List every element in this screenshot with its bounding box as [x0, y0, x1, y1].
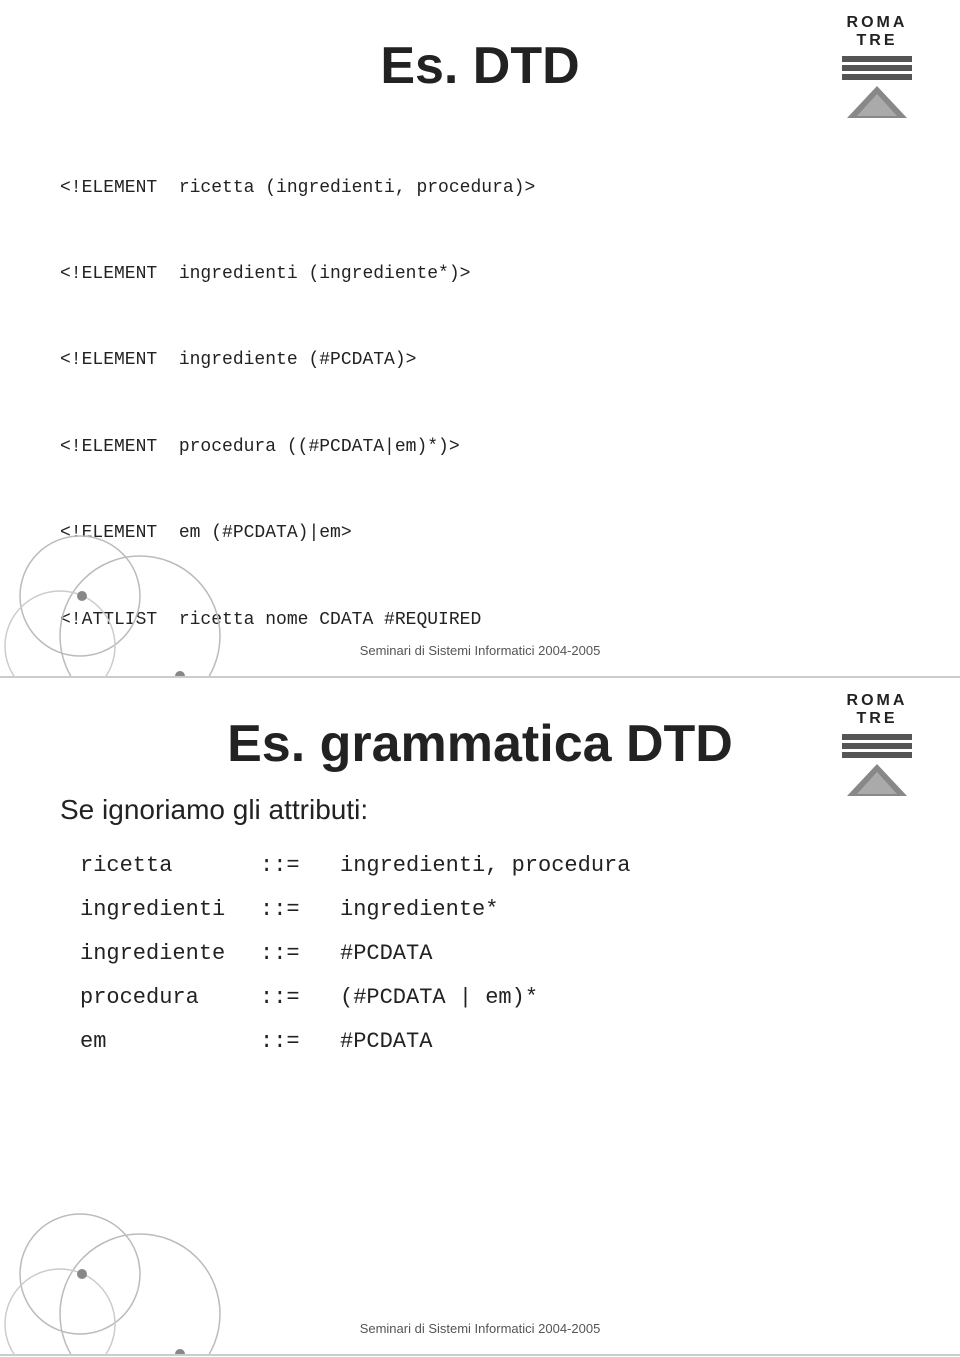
slide1-title: Es. DTD [0, 0, 960, 106]
grammar-op-3: ::= [260, 976, 340, 1020]
slide-2: ROMA TRE Es. grammatica DTD Se ignoriamo… [0, 678, 960, 1356]
slide1-footer: Seminari di Sistemi Informatici 2004-200… [0, 643, 960, 658]
grammar-op-4: ::= [260, 1020, 340, 1064]
logo-tre-text: TRE [822, 32, 932, 50]
grammar-row-2: ingrediente ::= #PCDATA [80, 932, 960, 976]
code-line-6: <!ATTLIST ricetta nome CDATA #REQUIRED [60, 606, 900, 635]
logo-svg-2 [837, 732, 917, 802]
grammar-op-0: ::= [260, 844, 340, 888]
slide2-intro: Se ignoriamo gli attributi: [0, 794, 960, 826]
deco-svg-2 [0, 1054, 300, 1354]
code-line-3: <!ELEMENT ingrediente (#PCDATA)> [60, 346, 900, 375]
grammar-op-1: ::= [260, 888, 340, 932]
grammar-lhs-1: ingredienti [80, 888, 260, 932]
logo2-tre-text: TRE [822, 710, 932, 728]
logo-svg-1 [837, 54, 917, 124]
slide2-footer: Seminari di Sistemi Informatici 2004-200… [0, 1321, 960, 1336]
slide2-grammar-table: ricetta ::= ingredienti, procedura ingre… [0, 844, 960, 1064]
slide1-code-block: <!ELEMENT ricetta (ingredienti, procedur… [0, 106, 960, 678]
grammar-rhs-4: #PCDATA [340, 1020, 432, 1064]
code-line-2: <!ELEMENT ingredienti (ingrediente*)> [60, 260, 900, 289]
grammar-lhs-3: procedura [80, 976, 260, 1020]
grammar-row-3: procedura ::= (#PCDATA | em)* [80, 976, 960, 1020]
grammar-lhs-2: ingrediente [80, 932, 260, 976]
grammar-op-2: ::= [260, 932, 340, 976]
logo-1: ROMA TRE [822, 14, 932, 134]
logo-graphic-1 [822, 54, 932, 124]
grammar-lhs-0: ricetta [80, 844, 260, 888]
slide2-title: Es. grammatica DTD [0, 678, 960, 794]
slide1-code: <!ELEMENT ricetta (ingredienti, procedur… [60, 116, 900, 678]
grammar-row-0: ricetta ::= ingredienti, procedura [80, 844, 960, 888]
code-line-5: <!ELEMENT em (#PCDATA)|em> [60, 519, 900, 548]
logo-roma-text: ROMA [822, 14, 932, 32]
slide-1: ROMA TRE Es. DTD <!ELEMENT ricetta (ingr… [0, 0, 960, 678]
grammar-row-1: ingredienti ::= ingrediente* [80, 888, 960, 932]
logo2-roma-text: ROMA [822, 692, 932, 710]
logo-graphic-2 [822, 732, 932, 802]
grammar-rhs-1: ingrediente* [340, 888, 498, 932]
grammar-row-4: em ::= #PCDATA [80, 1020, 960, 1064]
grammar-rhs-0: ingredienti, procedura [340, 844, 630, 888]
grammar-rhs-3: (#PCDATA | em)* [340, 976, 538, 1020]
grammar-lhs-4: em [80, 1020, 260, 1064]
logo-2: ROMA TRE [822, 692, 932, 812]
grammar-rhs-2: #PCDATA [340, 932, 432, 976]
code-line-4: <!ELEMENT procedura ((#PCDATA|em)*)> [60, 433, 900, 462]
code-line-1: <!ELEMENT ricetta (ingredienti, procedur… [60, 174, 900, 203]
